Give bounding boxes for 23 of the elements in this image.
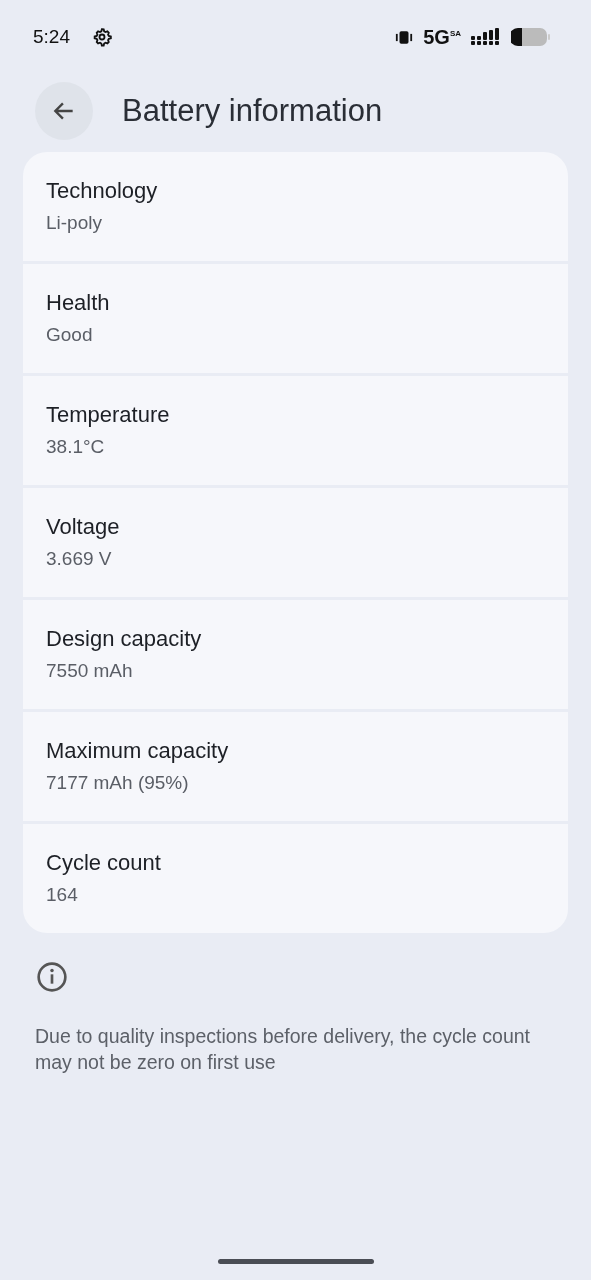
info-label: Technology xyxy=(46,178,159,204)
info-value: Good xyxy=(46,324,94,346)
status-time: 5:24 xyxy=(33,26,70,48)
battery-icon xyxy=(511,27,551,47)
footnote-text: Due to quality inspections before delivery, the cycle count may not be zero on first use xyxy=(35,1024,531,1075)
info-label: Voltage xyxy=(46,514,121,540)
info-label: Health xyxy=(46,290,111,316)
network-type: 5G$^{SA}$ xyxy=(423,25,461,49)
info-value: 38.1°C xyxy=(46,436,106,458)
settings-icon xyxy=(92,27,112,47)
info-value: 164 xyxy=(46,884,79,906)
info-value: 7177 mAh (95%) xyxy=(46,772,190,794)
info-value: 3.669 V xyxy=(46,548,113,570)
info-label: Temperature xyxy=(46,402,171,428)
info-value: Li-poly xyxy=(46,212,103,234)
info-label: Cycle count xyxy=(46,850,162,876)
info-label: Maximum capacity xyxy=(46,738,230,764)
info-value: 7550 mAh xyxy=(46,660,134,682)
signal-icon xyxy=(471,28,501,46)
info-label: Design capacity xyxy=(46,626,203,652)
vibrate-icon xyxy=(395,29,414,45)
info-icon xyxy=(36,961,68,993)
page-title: Battery information xyxy=(122,93,383,129)
